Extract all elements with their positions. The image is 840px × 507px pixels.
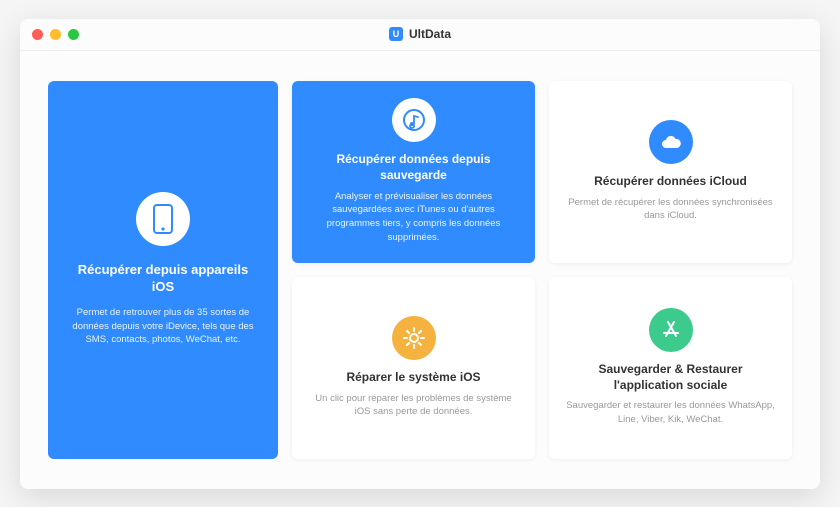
card-repair-ios[interactable]: Réparer le système iOS Un clic pour répa… xyxy=(292,277,535,459)
app-logo-icon: U xyxy=(389,27,403,41)
card-title: Sauvegarder & Restaurer l'application so… xyxy=(565,362,776,393)
card-desc: Permet de récupérer les données synchron… xyxy=(565,196,776,224)
card-recover-icloud[interactable]: Récupérer données iCloud Permet de récup… xyxy=(549,81,792,263)
app-window: U UltData Récupérer depuis appareils iOS… xyxy=(20,19,820,489)
card-recover-backup[interactable]: Récupérer données depuis sauvegarde Anal… xyxy=(292,81,535,263)
card-desc: Permet de retrouver plus de 35 sortes de… xyxy=(66,306,260,347)
appstore-icon xyxy=(649,308,693,352)
device-icon xyxy=(136,192,190,246)
minimize-icon[interactable] xyxy=(50,29,61,40)
main-content: Récupérer depuis appareils iOS Permet de… xyxy=(20,51,820,489)
card-desc: Un clic pour réparer les problèmes de sy… xyxy=(308,392,519,420)
cloud-icon xyxy=(649,120,693,164)
music-note-icon xyxy=(392,98,436,142)
app-name: UltData xyxy=(409,27,451,41)
card-social-backup[interactable]: Sauvegarder & Restaurer l'application so… xyxy=(549,277,792,459)
card-title: Réparer le système iOS xyxy=(346,370,480,386)
card-grid: Récupérer données depuis sauvegarde Anal… xyxy=(292,81,792,459)
close-icon[interactable] xyxy=(32,29,43,40)
window-controls xyxy=(20,29,79,40)
card-desc: Sauvegarder et restaurer les données Wha… xyxy=(565,399,776,427)
card-title: Récupérer données iCloud xyxy=(594,174,747,190)
app-title: U UltData xyxy=(389,27,451,41)
card-desc: Analyser et prévisualiser les données sa… xyxy=(308,190,519,245)
maximize-icon[interactable] xyxy=(68,29,79,40)
card-title: Récupérer depuis appareils iOS xyxy=(66,262,260,296)
card-title: Récupérer données depuis sauvegarde xyxy=(308,152,519,183)
card-recover-ios-device[interactable]: Récupérer depuis appareils iOS Permet de… xyxy=(48,81,278,459)
titlebar: U UltData xyxy=(20,19,820,51)
gear-icon xyxy=(392,316,436,360)
